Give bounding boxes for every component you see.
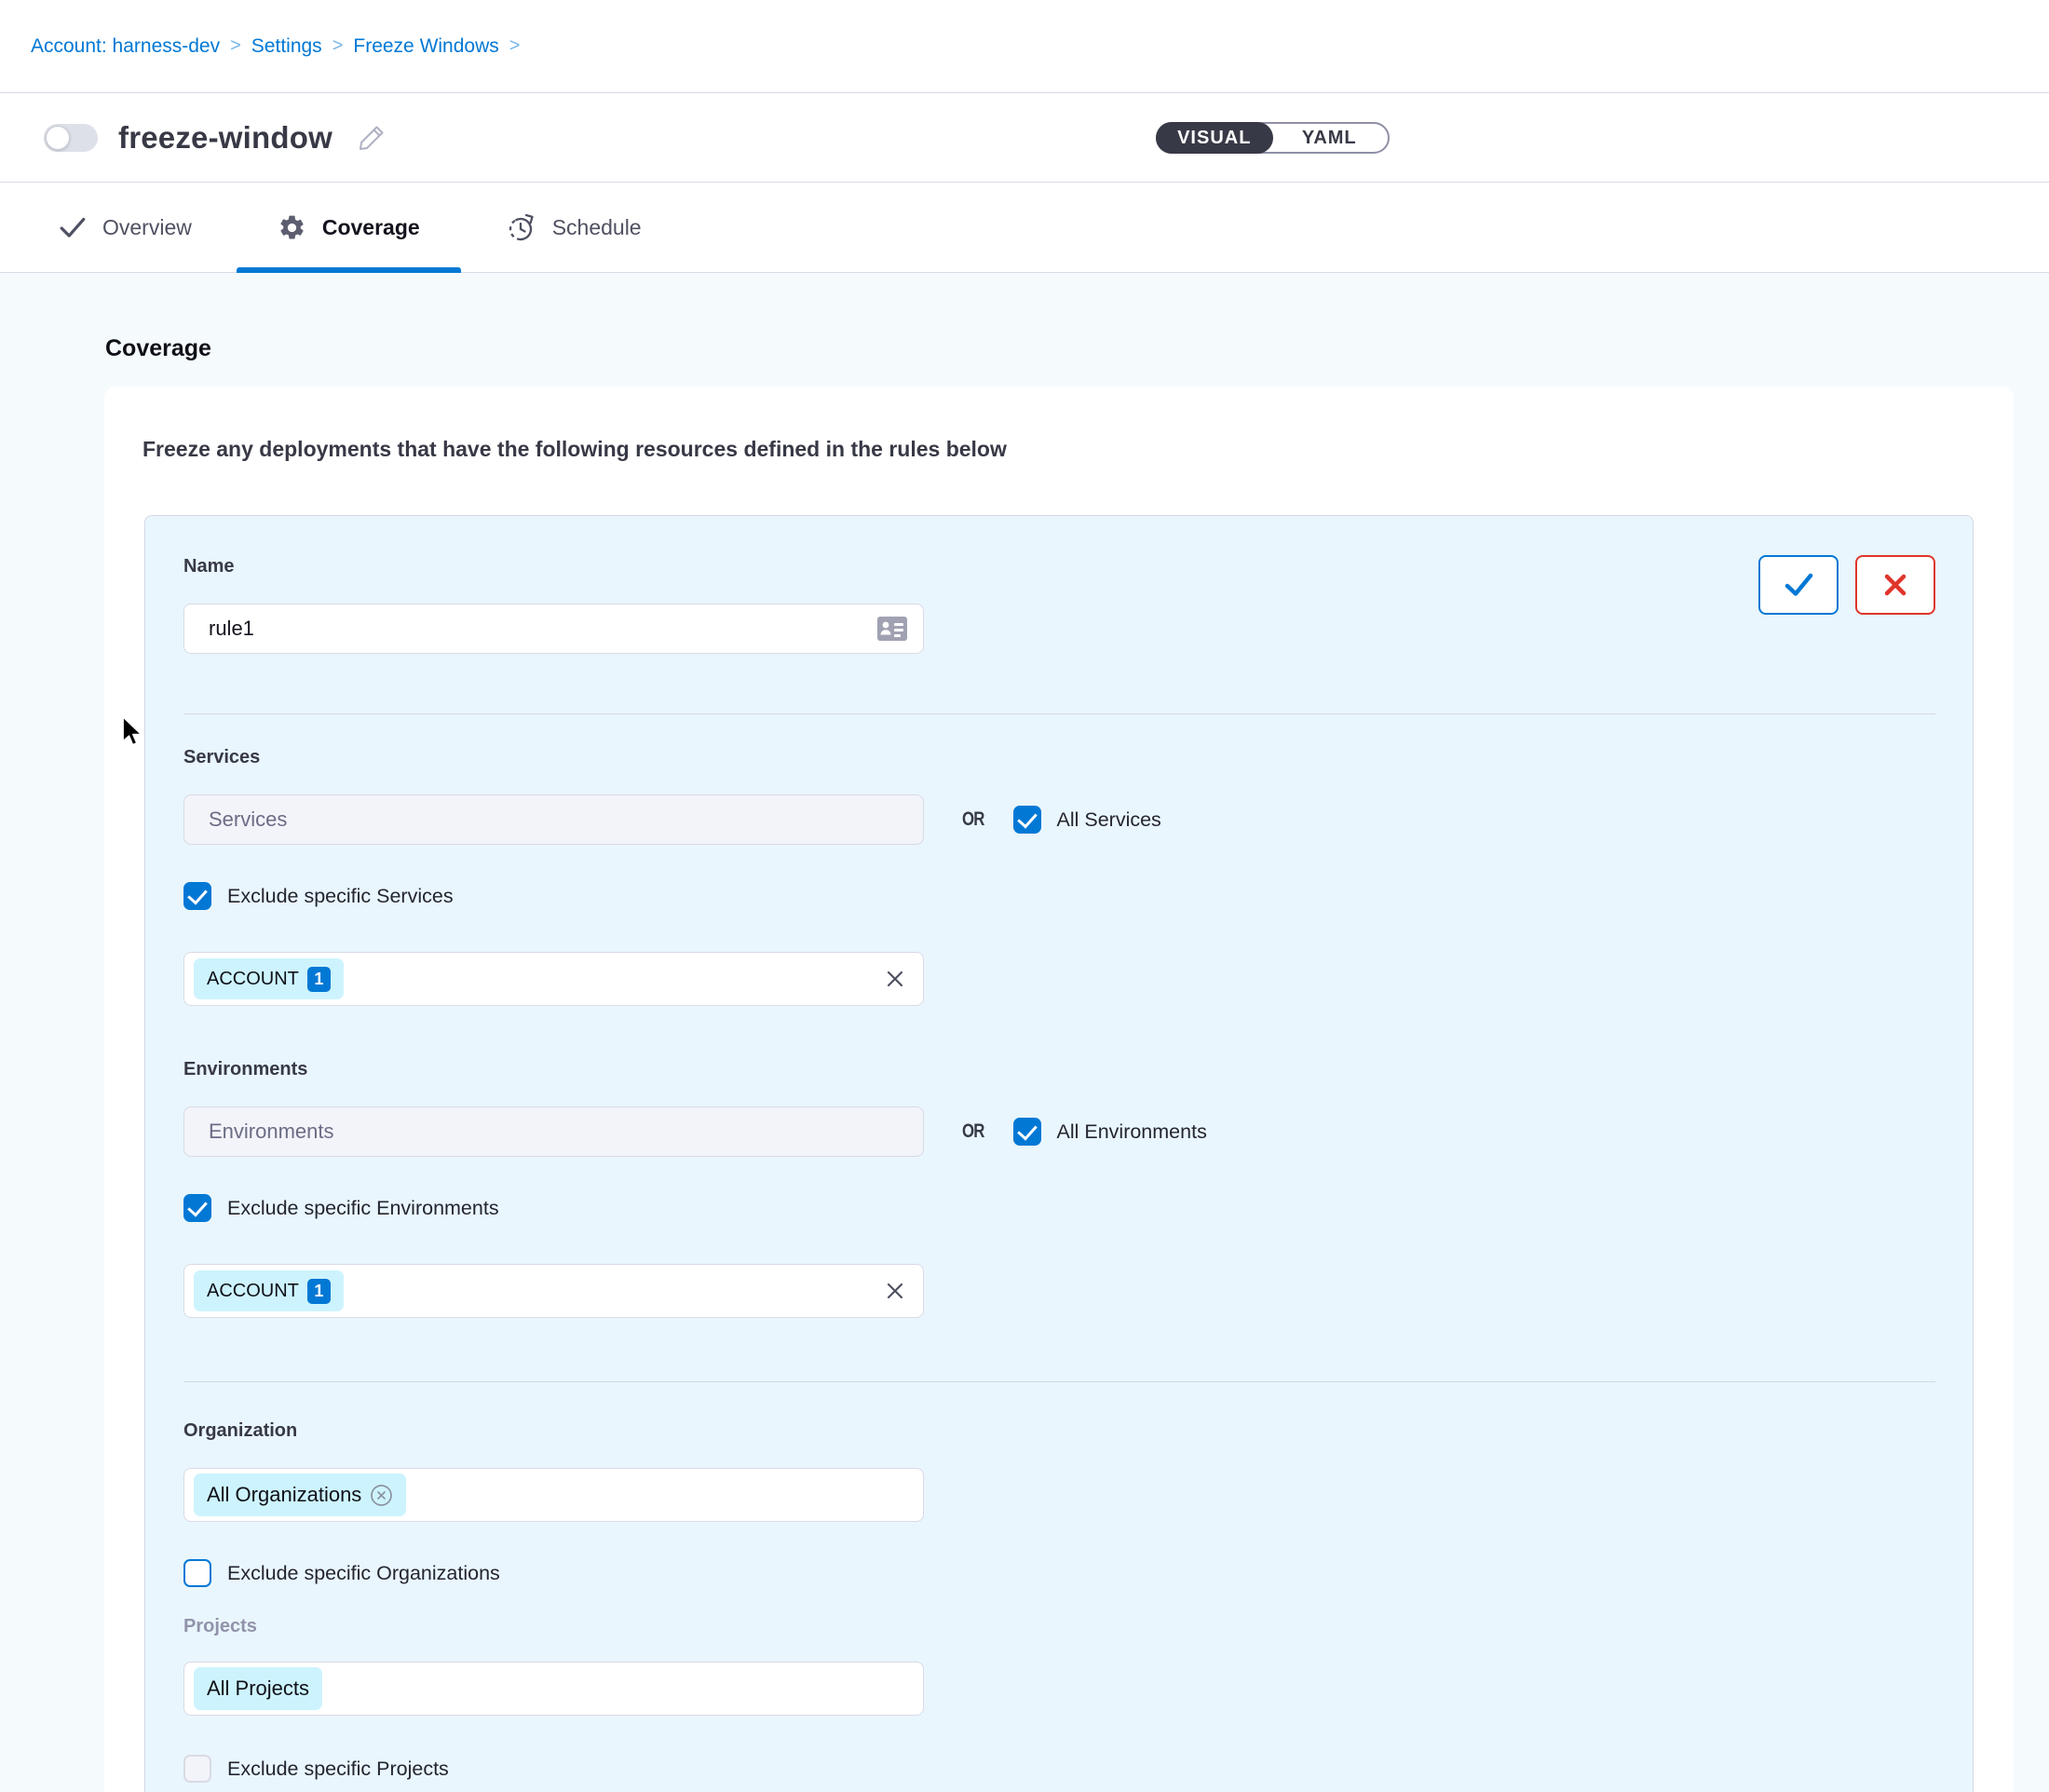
breadcrumb-separator: > [230,35,241,57]
section-title: Coverage [105,334,2049,362]
confirm-rule-button[interactable] [1758,555,1839,615]
divider [183,713,1935,714]
exclude-organizations-checkbox[interactable] [183,1559,211,1587]
services-input-field[interactable] [207,807,901,833]
environments-input[interactable] [183,1106,924,1157]
divider [183,1381,1935,1382]
exclude-projects-label: Exclude specific Projects [227,1758,449,1781]
freeze-enabled-toggle[interactable] [44,124,98,152]
exclude-environments-checkbox[interactable] [183,1194,211,1222]
breadcrumb-freeze-windows-link[interactable]: Freeze Windows [353,35,498,58]
breadcrumb-account-link[interactable]: Account: harness-dev [31,35,220,58]
excluded-services-input[interactable]: ACCOUNT 1 [183,952,924,1006]
all-environments-row: All Environments [1013,1118,1207,1146]
title-bar: freeze-window VISUAL YAML [0,92,2049,183]
exclude-environments-row: Exclude specific Environments [183,1194,1935,1222]
delete-rule-button[interactable] [1855,555,1935,615]
organization-tag[interactable]: All Organizations [194,1473,406,1516]
edit-title-pencil-icon[interactable] [357,123,387,153]
page-title: freeze-window [118,120,332,156]
visual-yaml-toggle: VISUAL YAML [1156,122,1390,154]
exclude-projects-row: Exclude specific Projects [183,1755,1935,1783]
visual-toggle-button[interactable]: VISUAL [1156,122,1273,154]
freeze-rule-card: Name [144,515,1974,1792]
exclude-environments-label: Exclude specific Environments [227,1197,499,1220]
breadcrumb-separator: > [509,35,521,57]
services-label: Services [183,746,1935,768]
or-label: OR [962,808,984,831]
all-services-row: All Services [1013,806,1161,834]
rule-name-input[interactable] [183,604,924,654]
excluded-environments-tag[interactable]: ACCOUNT 1 [194,1270,344,1311]
exclude-services-row: Exclude specific Services [183,882,1935,910]
excluded-services-tag[interactable]: ACCOUNT 1 [194,958,344,999]
tag-label: All Organizations [207,1483,361,1507]
exclude-organizations-row: Exclude specific Organizations [183,1559,1935,1587]
tag-label: ACCOUNT [207,969,299,990]
breadcrumb-separator: > [332,35,344,57]
name-label: Name [183,555,924,577]
tag-label: All Projects [207,1677,309,1701]
breadcrumb-settings-link[interactable]: Settings [251,35,322,58]
exclude-services-label: Exclude specific Services [227,885,454,908]
tag-label: ACCOUNT [207,1281,299,1302]
exclude-services-checkbox[interactable] [183,882,211,910]
all-services-label: All Services [1057,808,1161,832]
environments-label: Environments [183,1058,1935,1080]
exclude-projects-checkbox [183,1755,211,1783]
tab-coverage[interactable]: Coverage [237,183,461,272]
rule-name-input-field[interactable] [207,616,867,642]
organization-label: Organization [183,1419,1935,1442]
x-icon [1881,571,1909,599]
coverage-content: Coverage Freeze any deployments that hav… [0,273,2049,1792]
name-id-card-icon [876,616,908,642]
check-icon [59,214,87,240]
gear-icon [278,213,306,242]
tag-count-badge: 1 [307,1279,331,1304]
projects-label: Projects [183,1615,1935,1637]
coverage-description: Freeze any deployments that have the fol… [142,437,1976,462]
all-environments-checkbox[interactable] [1013,1118,1041,1146]
organization-input[interactable]: All Organizations [183,1468,924,1522]
projects-input[interactable]: All Projects [183,1662,924,1716]
clear-excluded-services-icon[interactable] [884,968,906,990]
environments-input-field[interactable] [207,1119,901,1145]
tab-label: Coverage [322,215,420,240]
exclude-organizations-label: Exclude specific Organizations [227,1562,500,1585]
all-environments-label: All Environments [1057,1120,1207,1144]
check-icon [1780,570,1817,600]
clear-excluded-environments-icon[interactable] [884,1280,906,1302]
services-input[interactable] [183,794,924,845]
remove-organization-tag-icon[interactable] [370,1484,393,1507]
tab-label: Schedule [552,215,642,240]
yaml-toggle-button[interactable]: YAML [1271,124,1389,152]
all-services-checkbox[interactable] [1013,806,1041,834]
breadcrumb: Account: harness-dev > Settings > Freeze… [0,0,2049,92]
tag-count-badge: 1 [307,967,331,992]
excluded-environments-input[interactable]: ACCOUNT 1 [183,1264,924,1318]
tab-schedule[interactable]: Schedule [507,183,642,272]
coverage-card: Freeze any deployments that have the fol… [104,387,2014,1792]
tab-label: Overview [102,215,192,240]
tabs-bar: Overview Coverage Schedule [0,183,2049,273]
projects-tag: All Projects [194,1667,322,1710]
toggle-knob [46,126,70,150]
tab-overview[interactable]: Overview [59,183,192,272]
or-label: OR [962,1120,984,1143]
clock-refresh-icon [507,212,536,242]
